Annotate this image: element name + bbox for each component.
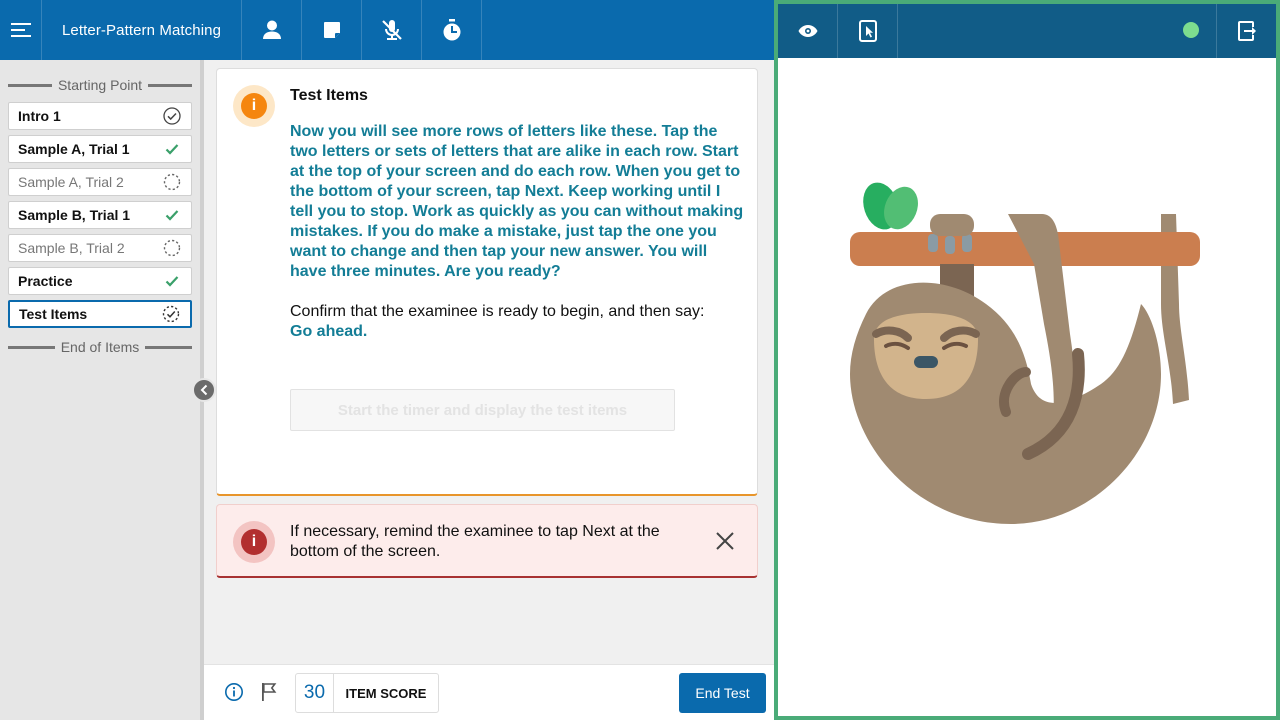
confirm-text: Confirm that the examinee is ready to be… — [290, 303, 705, 320]
sidebar-item-label: Test Items — [19, 306, 88, 322]
reminder-alert: i If necessary, remind the examinee to t… — [216, 504, 758, 578]
item-score-box: 30 ITEM SCORE — [295, 673, 439, 713]
green-check-icon — [162, 205, 182, 225]
green-check-icon — [162, 271, 182, 291]
stopwatch-icon — [443, 19, 460, 41]
menu-button[interactable] — [0, 0, 42, 60]
sidebar-item-label: Sample A, Trial 2 — [18, 174, 124, 190]
not-started-icon — [162, 172, 182, 192]
item-score-label: ITEM SCORE — [345, 685, 427, 701]
alert-text: If necessary, remind the examinee to tap… — [290, 523, 660, 560]
examinee-button[interactable] — [242, 0, 302, 60]
close-icon — [716, 532, 734, 550]
note-icon — [323, 22, 340, 38]
sidebar-item-sample-a-trial-2[interactable]: Sample A, Trial 2 — [8, 168, 192, 196]
top-bar: Letter-Pattern Matching — [0, 0, 774, 60]
footer-bar: 30 ITEM SCORE End Test — [204, 664, 774, 720]
card-title: Test Items — [290, 87, 368, 104]
examinee-preview-panel — [774, 0, 1280, 720]
sidebar-item-sample-a-trial-1[interactable]: Sample A, Trial 1 — [8, 135, 192, 163]
examiner-script-text: Now you will see more rows of letters li… — [290, 123, 744, 280]
close-alert-button[interactable] — [713, 529, 737, 553]
item-navigation-sidebar: Starting Point Intro 1 Sample A, Trial 1… — [0, 60, 204, 720]
sidebar-item-label: Sample B, Trial 2 — [18, 240, 125, 256]
info-button[interactable] — [224, 682, 244, 702]
end-of-items-divider: End of Items — [8, 337, 192, 357]
confirm-say-text: Go ahead. — [290, 323, 368, 340]
flag-button[interactable] — [260, 682, 280, 702]
eye-icon — [798, 25, 817, 37]
screen-pointer-button[interactable] — [838, 4, 898, 58]
sidebar-item-label: Intro 1 — [18, 108, 61, 124]
chevron-left-icon — [200, 384, 208, 396]
sidebar-item-label: Sample B, Trial 1 — [18, 207, 131, 223]
sidebar-item-test-items[interactable]: Test Items — [8, 300, 192, 328]
info-icon: i — [233, 85, 275, 127]
sidebar-item-label: Practice — [18, 273, 73, 289]
in-progress-icon — [161, 304, 181, 324]
green-check-icon — [162, 139, 182, 159]
test-title: Letter-Pattern Matching — [42, 0, 242, 60]
main-content: i Test Items Now you will see more rows … — [204, 60, 774, 664]
flag-icon — [262, 683, 277, 701]
exit-button[interactable] — [1216, 4, 1276, 58]
notes-button[interactable] — [302, 0, 362, 60]
sloth-illustration — [850, 182, 1200, 524]
exit-icon — [1237, 21, 1256, 41]
not-started-icon — [162, 238, 182, 258]
sidebar-item-label: Sample A, Trial 1 — [18, 141, 130, 157]
tablet-pointer-icon — [858, 20, 877, 42]
instruction-card: i Test Items Now you will see more rows … — [216, 68, 758, 496]
connection-status-dot — [1183, 22, 1199, 38]
sidebar-item-intro-1[interactable]: Intro 1 — [8, 102, 192, 130]
preview-toolbar — [778, 4, 1276, 58]
person-icon — [262, 20, 281, 39]
mic-off-icon — [381, 20, 402, 40]
starting-point-divider: Starting Point — [8, 75, 192, 95]
view-button[interactable] — [778, 4, 838, 58]
timer-button[interactable] — [422, 0, 482, 60]
sidebar-item-sample-b-trial-2[interactable]: Sample B, Trial 2 — [8, 234, 192, 262]
alert-icon: i — [233, 521, 275, 563]
item-score-value: 30 — [296, 674, 334, 712]
end-test-button[interactable]: End Test — [679, 673, 766, 713]
collapse-sidebar-button[interactable] — [192, 378, 216, 402]
confirm-instruction: Confirm that the examinee is ready to be… — [290, 302, 745, 342]
start-timer-button[interactable]: Start the timer and display the test ite… — [290, 389, 675, 431]
menu-icon — [10, 23, 31, 37]
sidebar-item-sample-b-trial-1[interactable]: Sample B, Trial 1 — [8, 201, 192, 229]
visited-check-icon — [162, 106, 182, 126]
microphone-button[interactable] — [362, 0, 422, 60]
sidebar-item-practice[interactable]: Practice — [8, 267, 192, 295]
info-outline-icon — [225, 683, 243, 701]
